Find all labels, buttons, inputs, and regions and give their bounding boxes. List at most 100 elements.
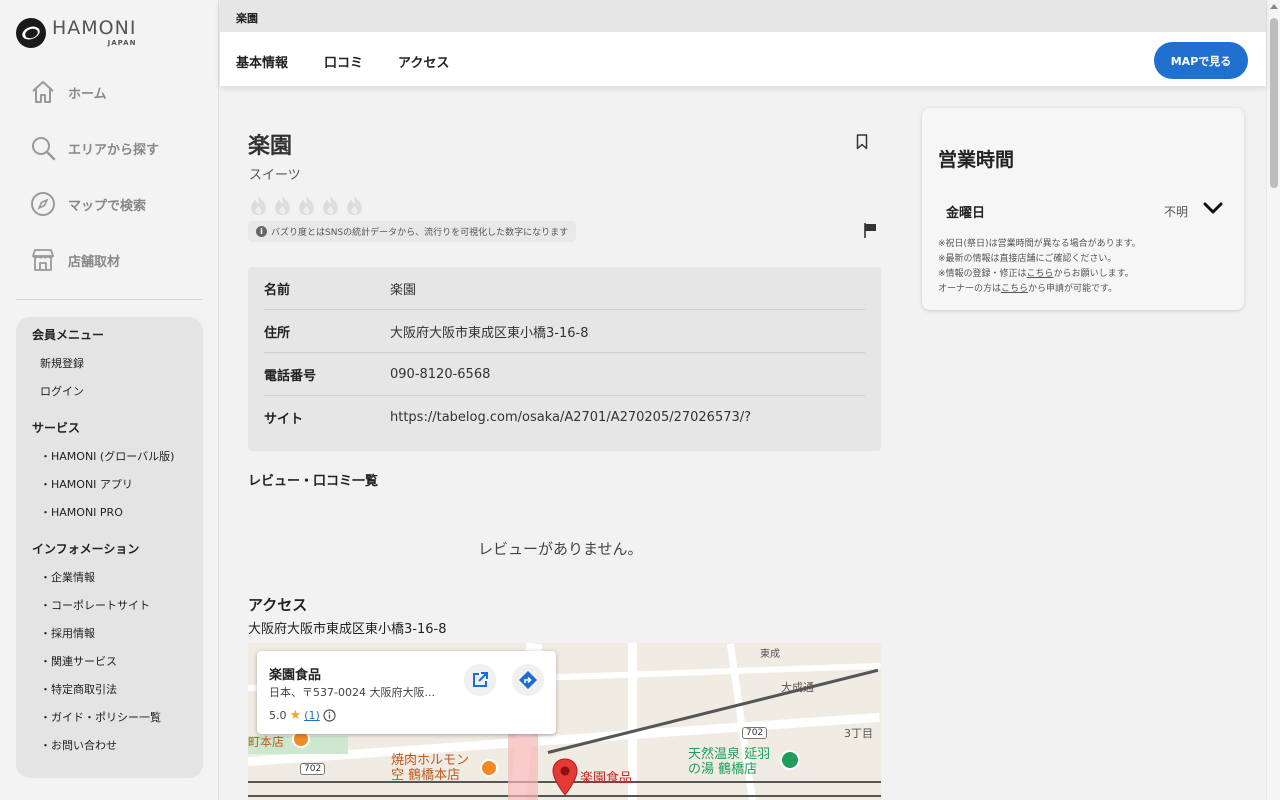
info-icon: i xyxy=(256,226,267,237)
external-link-icon xyxy=(473,672,488,687)
info-label: サイト xyxy=(264,412,304,427)
map-place-label: 楽園食品 xyxy=(580,771,633,786)
restaurant-pin-icon[interactable] xyxy=(480,759,498,777)
report-flag-icon[interactable] xyxy=(863,222,877,243)
sidebar: HAMONI JAPAN ホーム エリアから探す マップで検索 店舗取材 会員メ… xyxy=(0,0,219,800)
nav-store-coverage[interactable]: 店舗取材 xyxy=(30,247,120,273)
nav-area-search[interactable]: エリアから探す xyxy=(30,135,159,161)
rating-value: 5.0 xyxy=(269,709,287,722)
hours-title: 営業時間 xyxy=(938,149,1015,171)
nav-map-search[interactable]: マップで検索 xyxy=(30,191,146,217)
route-badge: 702 xyxy=(742,727,768,739)
note-text: ※情報の登録・修正は xyxy=(938,269,1027,279)
directions-button[interactable] xyxy=(512,664,544,696)
member-menu-heading: 会員メニュー xyxy=(32,328,105,342)
info-heading: インフォメーション xyxy=(32,542,140,556)
register-link[interactable]: 新規登録 xyxy=(40,355,84,371)
phone-number[interactable]: 090-8120-6568 xyxy=(390,367,490,382)
page-scrollbar[interactable] xyxy=(1266,0,1280,800)
open-in-maps-button[interactable] xyxy=(464,664,496,696)
owner-claim-link[interactable]: こちら xyxy=(1001,284,1028,294)
poi-label-line: の湯 鶴橋店 xyxy=(688,762,758,777)
info-link-related[interactable]: ・関連サービス xyxy=(40,653,117,669)
home-icon xyxy=(32,81,54,103)
map-place-card: 楽園食品 日本、〒537-0024 大阪府大阪... 5.0 ★ (1) xyxy=(257,651,556,734)
info-link-recruit[interactable]: ・採用情報 xyxy=(40,625,95,641)
logo-mark-icon xyxy=(16,18,46,48)
info-icon[interactable] xyxy=(323,709,336,722)
login-link[interactable]: ログイン xyxy=(40,383,84,399)
map-area-label: 東成 xyxy=(760,649,780,660)
no-reviews-message: レビューがありません。 xyxy=(478,540,643,558)
access-heading: アクセス xyxy=(248,596,308,614)
hours-note: ※祝日(祭日)は営業時間が異なる場合があります。 xyxy=(938,239,1141,249)
main-content: 楽園 スイーツ i バズり度とはSNSの統計データから、流行りを可視化した数字に… xyxy=(220,86,900,800)
reviews-heading: レビュー・口コミ一覧 xyxy=(248,474,379,489)
info-row-address: 住所 大阪府大阪市東成区東小橋3-16-8 xyxy=(264,310,865,353)
service-link-app[interactable]: ・HAMONI アプリ xyxy=(40,476,133,492)
chevron-down-icon[interactable] xyxy=(1203,200,1223,219)
spa-pin-icon[interactable] xyxy=(780,750,800,770)
access-address: 大阪府大阪市東成区東小橋3-16-8 xyxy=(248,622,447,637)
map-area-label: 3丁目 xyxy=(844,727,873,740)
map-card-rating: 5.0 ★ (1) xyxy=(269,708,336,723)
info-label: 住所 xyxy=(264,325,291,341)
info-link-corporate[interactable]: ・コーポレートサイト xyxy=(40,597,150,613)
site-link[interactable]: https://tabelog.com/osaka/A2701/A270205/… xyxy=(390,410,751,425)
edit-request-link[interactable]: こちら xyxy=(1027,269,1054,279)
info-link-contact[interactable]: ・お問い合わせ xyxy=(40,737,117,753)
service-link-pro[interactable]: ・HAMONI PRO xyxy=(40,504,123,520)
poi-label-line: 焼肉ホルモン xyxy=(391,753,470,768)
nav-home-label: ホーム xyxy=(68,86,107,102)
location-pin-icon[interactable] xyxy=(552,758,578,800)
review-count-link[interactable]: (1) xyxy=(304,709,320,722)
directions-icon xyxy=(519,671,537,689)
nav-divider xyxy=(16,299,203,300)
nav-store-coverage-label: 店舗取材 xyxy=(68,254,121,270)
embedded-map[interactable]: 702 702 大成通 3丁目 東成 町本店 焼肉ホルモン 空 鶴橋本店 天然温… xyxy=(248,643,881,800)
info-value: 大阪府大阪市東成区東小橋3-16-8 xyxy=(390,325,589,341)
info-link-commerce-law[interactable]: ・特定商取引法 xyxy=(40,681,117,697)
business-hours-card: 営業時間 金曜日 不明 ※祝日(祭日)は営業時間が異なる場合があります。 ※最新… xyxy=(922,108,1244,310)
flame-icon xyxy=(251,195,266,215)
flame-icon xyxy=(347,195,362,215)
map-road xyxy=(547,668,879,754)
brand-sub: JAPAN xyxy=(107,39,137,47)
info-row-site: サイト https://tabelog.com/osaka/A2701/A270… xyxy=(264,396,865,439)
scroll-up-icon[interactable] xyxy=(1270,4,1278,9)
service-link-global[interactable]: ・HAMONI (グローバル版) xyxy=(40,448,174,464)
tab-access[interactable]: アクセス xyxy=(398,52,449,71)
brand-name: HAMONI xyxy=(52,17,137,39)
scroll-thumb[interactable] xyxy=(1270,18,1278,188)
map-view-button[interactable]: MAPで見る xyxy=(1154,42,1248,79)
buzz-hint-text: バズり度とはSNSの統計データから、流行りを可視化した数字になります xyxy=(271,228,569,238)
search-icon xyxy=(32,137,56,161)
hours-note: オーナーの方はこちらから申請が可能です。 xyxy=(938,281,1117,294)
note-text: から申請が可能です。 xyxy=(1028,284,1118,294)
info-link-company[interactable]: ・企業情報 xyxy=(40,569,95,585)
map-card-title: 楽園食品 xyxy=(269,668,322,683)
nav-home[interactable]: ホーム xyxy=(30,79,107,105)
poi-label-line: 空 鶴橋本店 xyxy=(391,768,461,783)
tab-reviews[interactable]: 口コミ xyxy=(324,52,363,71)
flame-icon xyxy=(299,195,314,215)
tab-basic-info[interactable]: 基本情報 xyxy=(236,52,288,71)
store-icon xyxy=(32,249,54,271)
buzz-hint: i バズり度とはSNSの統計データから、流行りを可視化した数字になります xyxy=(248,221,577,242)
brand-logo[interactable]: HAMONI JAPAN xyxy=(16,18,136,48)
hours-note: ※最新の情報は直接店舗にご確認ください。 xyxy=(938,254,1117,264)
info-label: 電話番号 xyxy=(264,368,317,384)
bookmark-icon[interactable] xyxy=(856,134,868,154)
flame-icon xyxy=(275,195,290,215)
shop-info-table: 名前 楽園 住所 大阪府大阪市東成区東小橋3-16-8 電話番号 090-812… xyxy=(248,267,881,451)
map-area-label: 大成通 xyxy=(781,681,814,694)
info-row-name: 名前 楽園 xyxy=(264,267,865,310)
map-card-address: 日本、〒537-0024 大阪府大阪... xyxy=(269,686,435,699)
top-bar: 楽園 基本情報 口コミ アクセス MAPで見る xyxy=(220,0,1266,86)
info-link-policies[interactable]: ・ガイド・ポリシー一覧 xyxy=(40,709,161,725)
member-menu-box: 会員メニュー 新規登録 ログイン サービス ・HAMONI (グローバル版) ・… xyxy=(16,317,203,778)
map-poi-label: 町本店 xyxy=(248,735,285,749)
map-poi-label: 天然温泉 延羽 の湯 鶴橋店 xyxy=(688,747,770,777)
nav-map-search-label: マップで検索 xyxy=(68,198,147,214)
info-label: 名前 xyxy=(264,282,291,298)
